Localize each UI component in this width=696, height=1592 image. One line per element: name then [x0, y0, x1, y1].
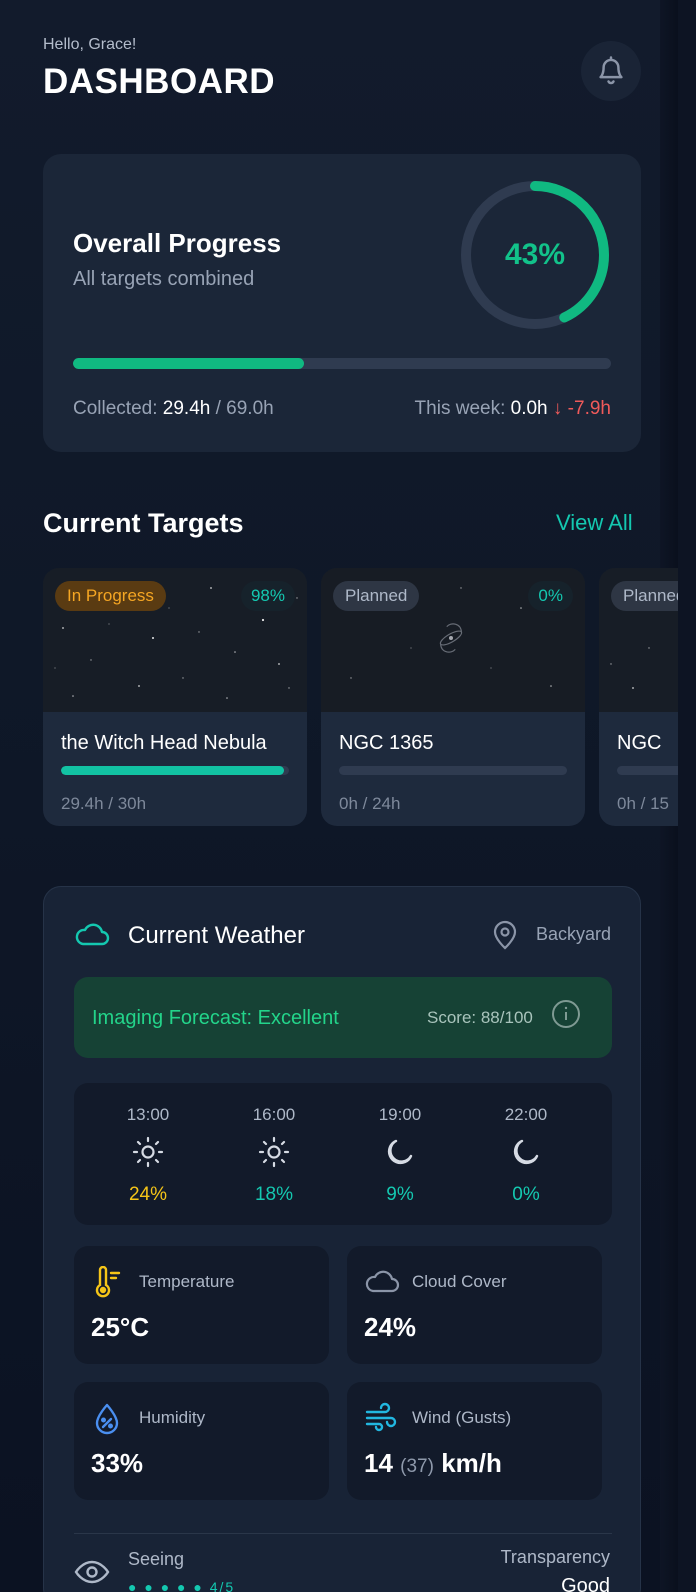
- week-label: This week:: [414, 398, 506, 419]
- forecast-text: Imaging Forecast: Excellent: [92, 1007, 339, 1029]
- status-badge: In Progress: [55, 581, 166, 611]
- cloud-icon: [75, 923, 110, 946]
- stat-label: Cloud Cover: [412, 1272, 507, 1291]
- status-badge: Planned: [611, 581, 678, 611]
- info-icon[interactable]: [550, 998, 582, 1030]
- transparency-value: Good: [561, 1575, 610, 1592]
- target-hours: 0h / 24h: [339, 794, 401, 813]
- wind-icon: [365, 1402, 397, 1432]
- collected-label: Collected:: [73, 398, 158, 419]
- progress-bar-fill: [73, 358, 305, 369]
- target-name: NGC: [617, 732, 662, 754]
- greeting: Hello, Grace!: [43, 36, 137, 53]
- moon-icon: [387, 1139, 413, 1165]
- stat-value: 33%: [91, 1448, 144, 1478]
- wind-card: Wind (Gusts) 14 (37) km/h: [347, 1382, 602, 1500]
- hourly-item: 16:00 18%: [224, 1083, 324, 1225]
- percent-badge: 0%: [528, 581, 573, 611]
- hour-time: 19:00: [378, 1105, 422, 1124]
- imaging-forecast: Imaging Forecast: Excellent Score: 88/10…: [74, 977, 612, 1058]
- stat-value: 25°C: [91, 1312, 150, 1342]
- wind-unit: km/h: [441, 1448, 502, 1478]
- weather-card: Current Weather Backyard Imaging Forecas…: [43, 886, 641, 1592]
- hour-time: 16:00: [252, 1105, 296, 1124]
- location-label[interactable]: Backyard: [536, 924, 611, 945]
- target-hours: 29.4h / 30h: [61, 794, 147, 813]
- transparency-label: Transparency: [500, 1547, 610, 1567]
- notifications-button[interactable]: [581, 41, 641, 101]
- progress-percent: 43%: [504, 238, 566, 271]
- progress-subtitle: All targets combined: [73, 268, 255, 290]
- humidity-icon: [95, 1403, 119, 1435]
- location-pin-icon: [493, 920, 517, 950]
- progress-bar: [73, 358, 611, 369]
- hour-time: 22:00: [504, 1105, 548, 1124]
- hour-time: 13:00: [126, 1105, 170, 1124]
- wind-speed: 14: [364, 1448, 393, 1478]
- humidity-card: Humidity 33%: [74, 1382, 329, 1500]
- collected-summary: Collected: 29.4h / 69.0h: [73, 398, 274, 420]
- stat-label: Temperature: [139, 1272, 235, 1291]
- week-summary: This week: 0.0h ↓ -7.9h: [415, 398, 611, 420]
- hourly-forecast: 13:00 24% 16:00 18% 19:00 9% 22:00 0%: [74, 1083, 612, 1225]
- hourly-item: 22:00 0%: [476, 1083, 576, 1225]
- seeing-rating: ● ● ● ● ● 4/5: [128, 1579, 236, 1592]
- target-progress-bar: [617, 766, 678, 775]
- hour-cloud-value: 24%: [128, 1184, 168, 1205]
- percent-badge: 98%: [240, 581, 295, 611]
- collected-total: / 69.0h: [215, 398, 274, 419]
- page-title: DASHBOARD: [43, 62, 275, 101]
- hour-cloud-value: 0%: [512, 1184, 540, 1205]
- seeing-label: Seeing: [128, 1549, 185, 1569]
- overall-progress-card: Overall Progress All targets combined 43…: [43, 154, 641, 452]
- target-hours: 0h / 15: [617, 794, 669, 813]
- hourly-item: 19:00 9%: [350, 1083, 450, 1225]
- wind-gusts: (37): [400, 1456, 434, 1477]
- temperature-card: Temperature 25°C: [74, 1246, 329, 1364]
- hourly-item: 13:00 24%: [98, 1083, 198, 1225]
- target-card[interactable]: Planned 0% NGC 1365 0h / 24h: [321, 568, 585, 826]
- divider: [74, 1533, 612, 1534]
- eye-icon: [74, 1560, 110, 1584]
- week-delta: ↓ -7.9h: [552, 398, 611, 419]
- hour-cloud-value: 18%: [254, 1184, 294, 1205]
- bell-icon: [599, 56, 623, 85]
- sun-icon: [132, 1136, 164, 1168]
- current-targets-title: Current Targets: [43, 508, 244, 538]
- target-card[interactable]: In Progress 98% the Witch Head Nebula 29…: [43, 568, 307, 826]
- collected-value: 29.4h: [162, 398, 211, 419]
- target-name: the Witch Head Nebula: [61, 732, 267, 754]
- stat-label: Humidity: [139, 1408, 206, 1427]
- stat-label: Wind (Gusts): [412, 1408, 512, 1427]
- cloud-icon: [365, 1270, 400, 1293]
- stat-value: 14 (37) km/h: [364, 1448, 502, 1479]
- target-progress-fill: [61, 766, 285, 775]
- dashboard-page: Hello, Grace! DASHBOARD Overall Progress…: [0, 0, 678, 1592]
- thermometer-icon: [95, 1266, 121, 1298]
- moon-icon: [513, 1139, 539, 1165]
- progress-title: Overall Progress: [73, 228, 282, 258]
- week-value: 0.0h: [510, 398, 548, 419]
- target-progress-bar: [339, 766, 567, 775]
- status-badge: Planned: [333, 581, 420, 611]
- targets-carousel[interactable]: In Progress 98% the Witch Head Nebula 29…: [43, 568, 678, 826]
- target-card[interactable]: Planned 0% NGC 0h / 15: [599, 568, 678, 826]
- view-all-link[interactable]: View All: [556, 510, 633, 536]
- cloud-cover-card: Cloud Cover 24%: [347, 1246, 602, 1364]
- target-progress-bar: [61, 766, 289, 775]
- stat-value: 24%: [364, 1312, 417, 1342]
- sun-icon: [258, 1136, 290, 1168]
- target-name: NGC 1365: [339, 732, 434, 754]
- weather-title: Current Weather: [128, 922, 305, 949]
- hour-cloud-value: 9%: [386, 1184, 414, 1205]
- forecast-score: Score: 88/100: [427, 1008, 533, 1027]
